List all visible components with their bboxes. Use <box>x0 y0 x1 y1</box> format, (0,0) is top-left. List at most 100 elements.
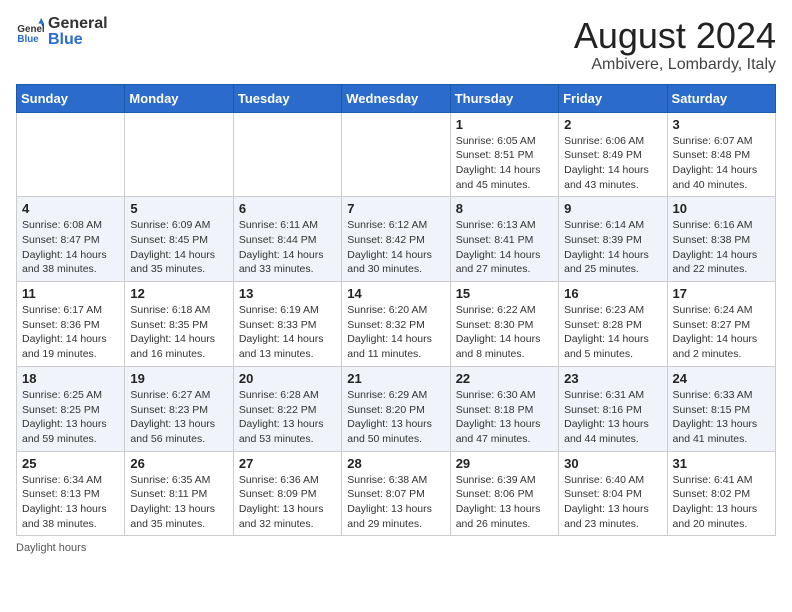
calendar-cell: 2 Sunrise: 6:06 AMSunset: 8:49 PMDaylight… <box>559 112 667 197</box>
day-info: Sunrise: 6:30 AMSunset: 8:18 PMDaylight:… <box>456 388 553 447</box>
day-info: Sunrise: 6:40 AMSunset: 8:04 PMDaylight:… <box>564 473 661 532</box>
header: General Blue General Blue August 2024 Am… <box>16 16 776 74</box>
day-info: Sunrise: 6:29 AMSunset: 8:20 PMDaylight:… <box>347 388 444 447</box>
calendar-cell: 15Sunrise: 6:22 AMSunset: 8:30 PMDayligh… <box>450 282 558 367</box>
weekday-header-row: SundayMondayTuesdayWednesdayThursdayFrid… <box>17 84 776 112</box>
calendar-week-row: 25 Sunrise: 6:34 AMSunset: 8:13 PMDayligh… <box>17 451 776 536</box>
main-title: August 2024 <box>574 16 776 56</box>
calendar-cell: 20 Sunrise: 6:28 AMSunset: 8:22 PMDayligh… <box>233 366 341 451</box>
day-info: Sunrise: 6:35 AMSunset: 8:11 PMDaylight:… <box>130 473 227 532</box>
calendar-cell: 5 Sunrise: 6:09 AMSunset: 8:45 PMDaylight… <box>125 197 233 282</box>
day-info: Sunrise: 6:33 AMSunset: 8:15 PMDaylight:… <box>673 388 770 447</box>
calendar-cell: 4 Sunrise: 6:08 AMSunset: 8:47 PMDaylight… <box>17 197 125 282</box>
day-number: 3 <box>673 117 770 132</box>
day-number: 4 <box>22 201 119 216</box>
day-number: 31 <box>673 456 770 471</box>
day-number: 28 <box>347 456 444 471</box>
weekday-header-wednesday: Wednesday <box>342 84 450 112</box>
calendar-cell <box>233 112 341 197</box>
calendar-week-row: 11 Sunrise: 6:17 AMSunset: 8:36 PMDayligh… <box>17 282 776 367</box>
weekday-header-thursday: Thursday <box>450 84 558 112</box>
day-info: Sunrise: 6:36 AMSunset: 8:09 PMDaylight:… <box>239 473 336 532</box>
day-number: 29 <box>456 456 553 471</box>
calendar-cell: 17 Sunrise: 6:24 AMSunset: 8:27 PMDayligh… <box>667 282 775 367</box>
day-number: 5 <box>130 201 227 216</box>
calendar-cell <box>17 112 125 197</box>
day-number: 14 <box>347 286 444 301</box>
day-number: 12 <box>130 286 227 301</box>
subtitle: Ambivere, Lombardy, Italy <box>574 56 776 74</box>
logo-icon: General Blue <box>16 18 44 46</box>
day-info: Sunrise: 6:06 AMSunset: 8:49 PMDaylight:… <box>564 134 661 193</box>
day-info: Sunrise: 6:41 AMSunset: 8:02 PMDaylight:… <box>673 473 770 532</box>
day-info: Sunrise: 6:38 AMSunset: 8:07 PMDaylight:… <box>347 473 444 532</box>
day-number: 16 <box>564 286 661 301</box>
calendar-cell: 23Sunrise: 6:31 AMSunset: 8:16 PMDayligh… <box>559 366 667 451</box>
calendar-cell: 25 Sunrise: 6:34 AMSunset: 8:13 PMDayligh… <box>17 451 125 536</box>
day-number: 23 <box>564 371 661 386</box>
day-info: Sunrise: 6:09 AMSunset: 8:45 PMDaylight:… <box>130 218 227 277</box>
svg-text:Blue: Blue <box>17 34 39 45</box>
day-number: 22 <box>456 371 553 386</box>
day-number: 7 <box>347 201 444 216</box>
calendar-cell: 26Sunrise: 6:35 AMSunset: 8:11 PMDayligh… <box>125 451 233 536</box>
calendar-cell: 3 Sunrise: 6:07 AMSunset: 8:48 PMDaylight… <box>667 112 775 197</box>
calendar-cell: 31 Sunrise: 6:41 AMSunset: 8:02 PMDayligh… <box>667 451 775 536</box>
calendar-week-row: 18 Sunrise: 6:25 AMSunset: 8:25 PMDayligh… <box>17 366 776 451</box>
day-info: Sunrise: 6:19 AMSunset: 8:33 PMDaylight:… <box>239 303 336 362</box>
day-info: Sunrise: 6:34 AMSunset: 8:13 PMDaylight:… <box>22 473 119 532</box>
calendar-cell: 1Sunrise: 6:05 AMSunset: 8:51 PMDaylight… <box>450 112 558 197</box>
day-info: Sunrise: 6:27 AMSunset: 8:23 PMDaylight:… <box>130 388 227 447</box>
calendar-cell: 30 Sunrise: 6:40 AMSunset: 8:04 PMDayligh… <box>559 451 667 536</box>
day-info: Sunrise: 6:08 AMSunset: 8:47 PMDaylight:… <box>22 218 119 277</box>
calendar-cell: 10 Sunrise: 6:16 AMSunset: 8:38 PMDayligh… <box>667 197 775 282</box>
weekday-header-monday: Monday <box>125 84 233 112</box>
day-number: 30 <box>564 456 661 471</box>
day-number: 6 <box>239 201 336 216</box>
title-area: August 2024 Ambivere, Lombardy, Italy <box>574 16 776 74</box>
calendar-cell: 24 Sunrise: 6:33 AMSunset: 8:15 PMDayligh… <box>667 366 775 451</box>
calendar-cell: 18 Sunrise: 6:25 AMSunset: 8:25 PMDayligh… <box>17 366 125 451</box>
day-info: Sunrise: 6:23 AMSunset: 8:28 PMDaylight:… <box>564 303 661 362</box>
day-number: 20 <box>239 371 336 386</box>
day-number: 24 <box>673 371 770 386</box>
day-number: 11 <box>22 286 119 301</box>
day-number: 17 <box>673 286 770 301</box>
day-info: Sunrise: 6:39 AMSunset: 8:06 PMDaylight:… <box>456 473 553 532</box>
day-number: 2 <box>564 117 661 132</box>
weekday-header-saturday: Saturday <box>667 84 775 112</box>
calendar-cell <box>125 112 233 197</box>
day-info: Sunrise: 6:25 AMSunset: 8:25 PMDaylight:… <box>22 388 119 447</box>
calendar-week-row: 1Sunrise: 6:05 AMSunset: 8:51 PMDaylight… <box>17 112 776 197</box>
day-number: 18 <box>22 371 119 386</box>
day-info: Sunrise: 6:28 AMSunset: 8:22 PMDaylight:… <box>239 388 336 447</box>
day-info: Sunrise: 6:24 AMSunset: 8:27 PMDaylight:… <box>673 303 770 362</box>
day-number: 27 <box>239 456 336 471</box>
calendar-cell: 9Sunrise: 6:14 AMSunset: 8:39 PMDaylight… <box>559 197 667 282</box>
logo-text-general: General <box>48 16 108 32</box>
day-info: Sunrise: 6:16 AMSunset: 8:38 PMDaylight:… <box>673 218 770 277</box>
calendar-cell <box>342 112 450 197</box>
calendar-table: SundayMondayTuesdayWednesdayThursdayFrid… <box>16 84 776 537</box>
day-info: Sunrise: 6:20 AMSunset: 8:32 PMDaylight:… <box>347 303 444 362</box>
calendar-cell: 29 Sunrise: 6:39 AMSunset: 8:06 PMDayligh… <box>450 451 558 536</box>
logo: General Blue General Blue <box>16 16 108 48</box>
day-number: 9 <box>564 201 661 216</box>
calendar-cell: 16 Sunrise: 6:23 AMSunset: 8:28 PMDayligh… <box>559 282 667 367</box>
day-info: Sunrise: 6:18 AMSunset: 8:35 PMDaylight:… <box>130 303 227 362</box>
calendar-cell: 12 Sunrise: 6:18 AMSunset: 8:35 PMDayligh… <box>125 282 233 367</box>
day-info: Sunrise: 6:12 AMSunset: 8:42 PMDaylight:… <box>347 218 444 277</box>
calendar-week-row: 4 Sunrise: 6:08 AMSunset: 8:47 PMDaylight… <box>17 197 776 282</box>
day-info: Sunrise: 6:17 AMSunset: 8:36 PMDaylight:… <box>22 303 119 362</box>
calendar-cell: 21Sunrise: 6:29 AMSunset: 8:20 PMDayligh… <box>342 366 450 451</box>
footer-note: Daylight hours <box>16 542 776 554</box>
day-number: 8 <box>456 201 553 216</box>
calendar-cell: 7 Sunrise: 6:12 AMSunset: 8:42 PMDaylight… <box>342 197 450 282</box>
day-number: 25 <box>22 456 119 471</box>
calendar-cell: 22 Sunrise: 6:30 AMSunset: 8:18 PMDayligh… <box>450 366 558 451</box>
day-info: Sunrise: 6:07 AMSunset: 8:48 PMDaylight:… <box>673 134 770 193</box>
day-number: 10 <box>673 201 770 216</box>
weekday-header-tuesday: Tuesday <box>233 84 341 112</box>
day-number: 1 <box>456 117 553 132</box>
calendar-cell: 6Sunrise: 6:11 AMSunset: 8:44 PMDaylight… <box>233 197 341 282</box>
